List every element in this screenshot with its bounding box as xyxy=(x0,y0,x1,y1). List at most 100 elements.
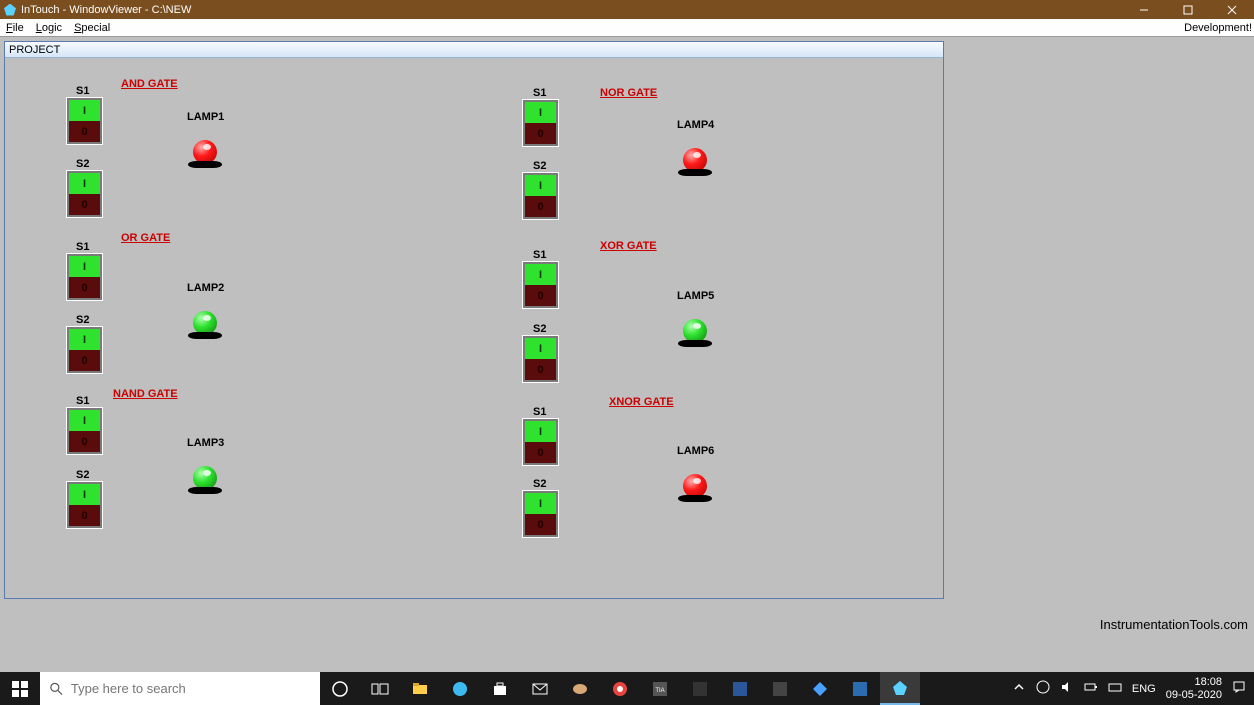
tray-keyboard-icon[interactable] xyxy=(1108,680,1122,697)
switch-bottom-half: 0 xyxy=(525,196,556,217)
switch-top-half: I xyxy=(69,100,100,121)
switch-nor-s2[interactable]: I0 xyxy=(523,173,558,219)
lamp-nand xyxy=(185,454,225,494)
task-view-icon[interactable] xyxy=(360,672,400,705)
tray-network-icon[interactable] xyxy=(1036,680,1050,697)
switch-top-half: I xyxy=(525,175,556,196)
development-label: Development! xyxy=(1184,22,1252,34)
lamp-label-xor: LAMP5 xyxy=(677,290,714,302)
switch-xnor-s2[interactable]: I0 xyxy=(523,491,558,537)
switch-bottom-half: 0 xyxy=(525,123,556,144)
switch-bottom-half: 0 xyxy=(69,431,100,452)
switch-label-and-s1: S1 xyxy=(76,85,89,97)
window-controls xyxy=(1122,0,1254,19)
tray-language[interactable]: ENG xyxy=(1132,683,1156,695)
paint-icon[interactable] xyxy=(560,672,600,705)
project-window-title: PROJECT xyxy=(9,44,60,56)
lamp-label-and: LAMP1 xyxy=(187,111,224,123)
switch-bottom-half: 0 xyxy=(69,505,100,526)
tray-chevron-up-icon[interactable] xyxy=(1012,680,1026,697)
switch-xor-s1[interactable]: I0 xyxy=(523,262,558,308)
store-icon[interactable] xyxy=(480,672,520,705)
tray-clock[interactable]: 18:08 09-05-2020 xyxy=(1166,676,1222,700)
search-icon xyxy=(50,682,63,696)
menu-file[interactable]: File xyxy=(6,22,24,34)
tia-icon[interactable]: TIA xyxy=(640,672,680,705)
search-input[interactable] xyxy=(71,681,310,696)
app-icon-4[interactable] xyxy=(840,672,880,705)
switch-nand-s1[interactable]: I0 xyxy=(67,408,102,454)
system-tray: ENG 18:08 09-05-2020 xyxy=(1012,672,1254,705)
switch-bottom-half: 0 xyxy=(525,359,556,380)
app-icon-3[interactable] xyxy=(800,672,840,705)
menu-special[interactable]: Special xyxy=(74,22,110,34)
switch-xor-s2[interactable]: I0 xyxy=(523,336,558,382)
tray-date: 09-05-2020 xyxy=(1166,689,1222,701)
gate-title-nand: NAND GATE xyxy=(113,388,178,400)
switch-xnor-s1[interactable]: I0 xyxy=(523,419,558,465)
lamp-base xyxy=(678,169,712,176)
project-window-body: AND GATES1I0S2I0LAMP1OR GATES1I0S2I0LAMP… xyxy=(5,58,943,598)
switch-and-s1[interactable]: I0 xyxy=(67,98,102,144)
edge-icon[interactable] xyxy=(440,672,480,705)
word-icon[interactable] xyxy=(720,672,760,705)
start-button[interactable] xyxy=(0,672,40,705)
taskbar: TIA ENG 18:08 09-05-2020 xyxy=(0,672,1254,705)
switch-label-nand-s1: S1 xyxy=(76,395,89,407)
mail-icon[interactable] xyxy=(520,672,560,705)
gate-title-xor: XOR GATE xyxy=(600,240,657,252)
switch-label-or-s2: S2 xyxy=(76,314,89,326)
switch-and-s2[interactable]: I0 xyxy=(67,171,102,217)
lamp-and xyxy=(185,128,225,168)
tray-battery-icon[interactable] xyxy=(1084,680,1098,697)
switch-label-xnor-s2: S2 xyxy=(533,478,546,490)
lamp-or xyxy=(185,299,225,339)
taskbar-search[interactable] xyxy=(40,672,320,705)
lamp-base xyxy=(188,487,222,494)
maximize-button[interactable] xyxy=(1166,0,1210,19)
intouch-icon[interactable] xyxy=(880,672,920,705)
titlebar-text: InTouch - WindowViewer - C:\NEW xyxy=(21,4,191,16)
tray-notifications-icon[interactable] xyxy=(1232,680,1246,697)
gate-title-xnor: XNOR GATE xyxy=(609,396,674,408)
app-logo-icon xyxy=(4,4,16,16)
tray-volume-icon[interactable] xyxy=(1060,680,1074,697)
switch-nor-s1[interactable]: I0 xyxy=(523,100,558,146)
switch-or-s1[interactable]: I0 xyxy=(67,254,102,300)
switch-bottom-half: 0 xyxy=(525,285,556,306)
switch-top-half: I xyxy=(69,410,100,431)
switch-nand-s2[interactable]: I0 xyxy=(67,482,102,528)
chrome-icon[interactable] xyxy=(600,672,640,705)
close-button[interactable] xyxy=(1210,0,1254,19)
switch-label-xnor-s1: S1 xyxy=(533,406,546,418)
minimize-button[interactable] xyxy=(1122,0,1166,19)
switch-bottom-half: 0 xyxy=(69,277,100,298)
switch-bottom-half: 0 xyxy=(69,194,100,215)
switch-or-s2[interactable]: I0 xyxy=(67,327,102,373)
switch-label-xor-s2: S2 xyxy=(533,323,546,335)
app-icon-1[interactable] xyxy=(680,672,720,705)
lamp-label-nand: LAMP3 xyxy=(187,437,224,449)
lamp-base xyxy=(678,340,712,347)
switch-top-half: I xyxy=(525,338,556,359)
lamp-label-nor: LAMP4 xyxy=(677,119,714,131)
switch-top-half: I xyxy=(69,256,100,277)
lamp-base xyxy=(678,495,712,502)
app-icon-2[interactable] xyxy=(760,672,800,705)
menu-logic[interactable]: Logic xyxy=(36,22,62,34)
project-window-titlebar[interactable]: PROJECT xyxy=(5,42,943,58)
switch-top-half: I xyxy=(525,493,556,514)
lamp-label-or: LAMP2 xyxy=(187,282,224,294)
cortana-icon[interactable] xyxy=(320,672,360,705)
project-window: PROJECT AND GATES1I0S2I0LAMP1OR GATES1I0… xyxy=(4,41,944,599)
file-explorer-icon[interactable] xyxy=(400,672,440,705)
switch-label-xor-s1: S1 xyxy=(533,249,546,261)
lamp-nor xyxy=(675,136,715,176)
switch-label-nor-s2: S2 xyxy=(533,160,546,172)
gate-title-nor: NOR GATE xyxy=(600,87,657,99)
switch-bottom-half: 0 xyxy=(525,442,556,463)
switch-bottom-half: 0 xyxy=(69,121,100,142)
taskbar-icons: TIA xyxy=(320,672,920,705)
titlebar: InTouch - WindowViewer - C:\NEW xyxy=(0,0,1254,19)
gate-title-and: AND GATE xyxy=(121,78,178,90)
